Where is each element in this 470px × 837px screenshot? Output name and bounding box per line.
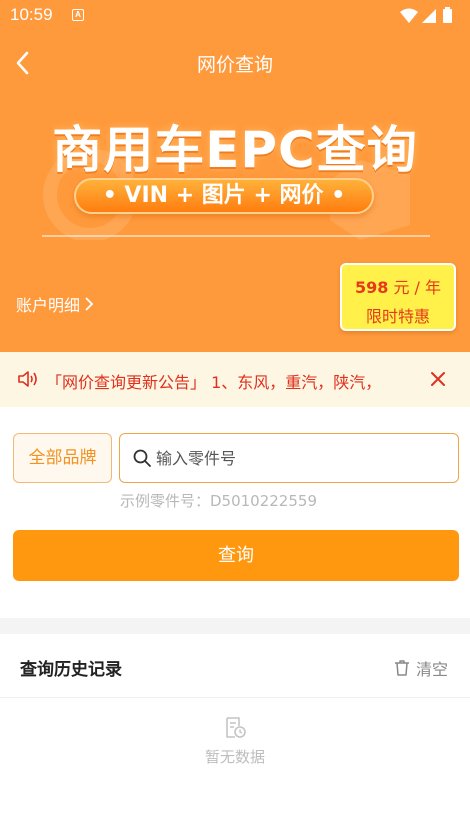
price-line: 598 元 / 年 <box>342 274 454 298</box>
page-title: 网价查询 <box>196 54 273 76</box>
brand-select-button[interactable]: 全部品牌 <box>13 433 112 483</box>
price-badge[interactable]: 598 元 / 年 限时特惠 <box>340 263 456 331</box>
history-title: 查询历史记录 <box>20 660 122 680</box>
section-gap <box>0 618 470 634</box>
signal-icon <box>422 9 436 23</box>
app-root: 10:59 A 网价查询 商用车EPC查询 • VIN + 图片 + 网价 • … <box>0 0 470 837</box>
status-bar: 10:59 A <box>0 0 470 32</box>
chevron-right-icon <box>85 297 94 311</box>
speaker-icon <box>18 371 37 387</box>
part-search-box[interactable] <box>119 433 459 483</box>
account-detail-label: 账户明细 <box>16 296 81 315</box>
query-button[interactable]: 查询 <box>13 530 459 581</box>
status-icons <box>398 7 458 29</box>
price-amount: 598 <box>354 278 389 297</box>
banner-title: 商用车EPC查询 <box>52 121 418 179</box>
status-time: 10:59 <box>10 5 53 24</box>
battery-icon <box>443 7 452 23</box>
notice-bar[interactable]: 「网价查询更新公告」 1、东风，重汽，陕汽， <box>0 352 470 407</box>
wifi-icon <box>400 8 418 23</box>
part-number-input[interactable] <box>156 446 446 470</box>
price-unit: 元 / 年 <box>388 278 442 297</box>
empty-record-icon <box>226 717 246 738</box>
notice-text: 「网价查询更新公告」 1、东风，重汽，陕汽， <box>46 373 382 392</box>
hero-header: 10:59 A 网价查询 商用车EPC查询 • VIN + 图片 + 网价 • … <box>0 0 470 352</box>
trash-icon <box>395 660 409 676</box>
price-promo: 限时特惠 <box>365 307 430 326</box>
example-part-number: 示例零件号：D5010222559 <box>120 492 317 510</box>
empty-state-text: 暂无数据 <box>204 748 265 766</box>
banner-pill: • VIN + 图片 + 网价 • <box>74 178 374 214</box>
history-divider <box>0 697 470 698</box>
banner-divider <box>42 235 430 237</box>
notification-a-icon: A <box>72 9 84 21</box>
clear-history-label: 清空 <box>416 660 449 679</box>
account-detail-link[interactable]: 账户明细 <box>16 292 94 316</box>
search-icon <box>133 449 151 467</box>
clear-history-button[interactable]: 清空 <box>394 656 448 680</box>
close-icon[interactable] <box>428 369 448 389</box>
